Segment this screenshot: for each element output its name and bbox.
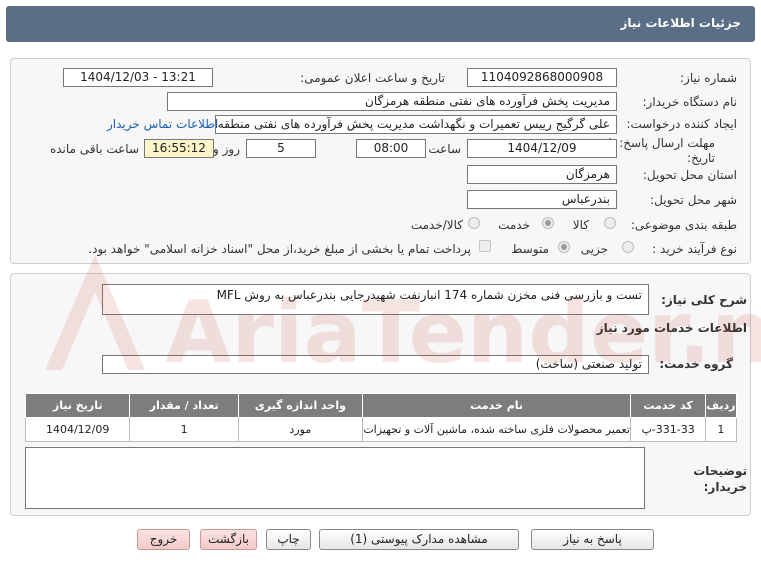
service-group-label: گروه خدمت: [659, 357, 733, 371]
title-bar: جزئیات اطلاعات نیاز [6, 6, 755, 42]
need-summary-text: تست و بازرسی فنی مخزن شماره 174 انبارنفت… [216, 288, 642, 302]
announce-datetime-field: 1404/12/03 - 13:21 [63, 68, 213, 87]
city-field: بندرعباس [467, 190, 617, 209]
process-radio-minor[interactable] [622, 241, 634, 253]
cell-unit: مورد [237, 417, 363, 442]
service-group-field: تولید صنعتی (ساخت) [102, 355, 649, 374]
process-option-medium: متوسط [511, 242, 549, 256]
purchase-process-label: نوع فرآیند خرید : [652, 242, 737, 256]
col-unit: واحد اندازه گیری [237, 393, 363, 418]
cell-need-date: 1404/12/09 [24, 417, 131, 442]
category-option-service: خدمت [498, 218, 530, 232]
back-button[interactable]: بازگشت [200, 529, 257, 550]
col-quantity: تعداد / مقدار [129, 393, 239, 418]
category-radio-service[interactable] [542, 217, 554, 229]
table-header-row: ردیف کد خدمت نام خدمت واحد اندازه گیری ت… [24, 393, 738, 418]
exit-button[interactable]: خروج [137, 529, 190, 550]
remaining-days-field: 5 [246, 139, 316, 158]
buyer-contact-link[interactable]: اطلاعات تماس خریدار [107, 117, 218, 131]
request-creator-field: علی گرگیج رییس تعمیرات و نگهداشت مدیریت … [215, 115, 617, 134]
treasury-payment-checkbox[interactable] [479, 240, 491, 252]
category-option-goods: کالا [572, 218, 589, 232]
view-attachments-button[interactable]: مشاهده مدارک پیوستی (1) [319, 529, 519, 550]
need-number-field: 1104092868000908 [467, 68, 617, 87]
cell-service-code: 331-33-پ [630, 417, 706, 442]
category-label: طبقه بندی موضوعی: [630, 218, 737, 232]
col-row-number: ردیف [704, 393, 738, 418]
treasury-payment-note: پرداخت تمام یا بخشی از مبلغ خرید،از محل … [88, 242, 471, 256]
buyer-notes-label: توضیحات خریدار: [693, 464, 747, 494]
need-summary-field: تست و بازرسی فنی مخزن شماره 174 انبارنفت… [102, 284, 649, 315]
page-title: جزئیات اطلاعات نیاز [620, 16, 741, 30]
province-label: استان محل تحویل: [642, 168, 737, 182]
buyer-notes-field [25, 447, 645, 509]
process-option-minor: جزیی [580, 242, 608, 256]
table-row: 1 331-33-پ تعمیر محصولات فلزی ساخته شده،… [24, 417, 738, 442]
col-service-code: کد خدمت [630, 393, 706, 418]
services-section-title: اطلاعات خدمات مورد نیاز [596, 321, 747, 335]
print-button[interactable]: چاپ [266, 529, 311, 550]
days-label: روز و [213, 142, 240, 156]
reply-to-need-button[interactable]: پاسخ به نیاز [531, 529, 654, 550]
cell-row-number: 1 [704, 417, 738, 442]
province-field: هرمزگان [467, 165, 617, 184]
buyer-org-field: مدیریت پخش فرآورده های نفتی منطقه هرمزگا… [167, 92, 617, 111]
deadline-date-field: 1404/12/09 [467, 139, 617, 158]
process-radio-medium[interactable] [558, 241, 570, 253]
need-summary-label: شرح کلی نیاز: [661, 293, 747, 307]
col-service-name: نام خدمت [361, 393, 632, 418]
announce-datetime-label: تاریخ و ساعت اعلان عمومی: [300, 71, 445, 85]
need-number-label: شماره نیاز: [680, 71, 737, 85]
request-creator-label: ایجاد کننده درخواست: [626, 117, 737, 131]
remaining-time-label: ساعت باقی مانده [49, 142, 139, 156]
cell-quantity: 1 [129, 417, 239, 442]
buyer-org-label: نام دستگاه خریدار: [642, 95, 738, 109]
deadline-time-field: 08:00 [356, 139, 426, 158]
services-table: ردیف کد خدمت نام خدمت واحد اندازه گیری ت… [24, 393, 738, 442]
city-label: شهر محل تحویل: [650, 193, 737, 207]
col-need-date: تاریخ نیاز [24, 393, 131, 418]
remaining-time-field: 16:55:12 [144, 139, 214, 158]
category-option-goods-service: کالا/خدمت [410, 218, 463, 232]
category-radio-goods[interactable] [604, 217, 616, 229]
cell-service-name: تعمیر محصولات فلزی ساخته شده، ماشین آلات… [361, 417, 632, 442]
category-radio-goods-service[interactable] [468, 217, 480, 229]
deadline-time-label: ساعت [428, 142, 461, 156]
